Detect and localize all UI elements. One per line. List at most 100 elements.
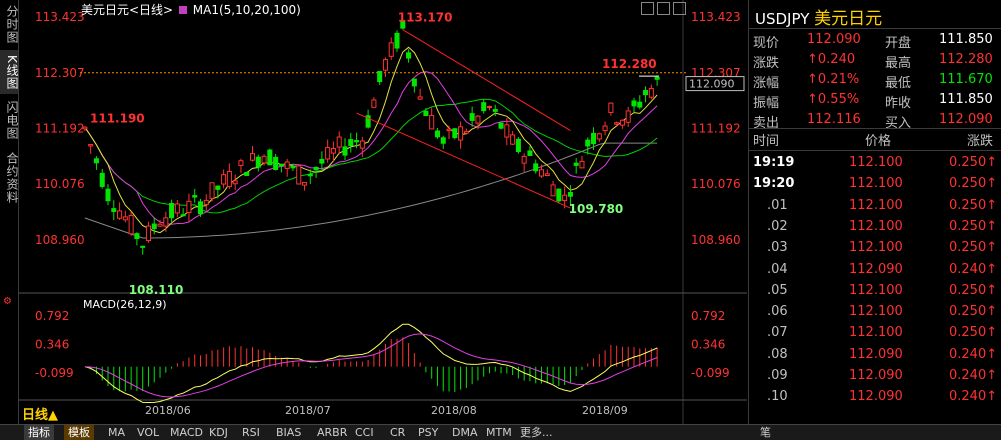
candle-body bbox=[215, 185, 221, 190]
tick-row[interactable]: .08 112.090 0.240↑ bbox=[749, 344, 1001, 365]
indicator-tab[interactable]: VOL bbox=[133, 425, 163, 440]
candle-body bbox=[296, 165, 302, 185]
candle-body bbox=[209, 182, 215, 199]
indicator-tab[interactable]: 模板 bbox=[64, 425, 94, 440]
indicator-tab[interactable]: 指标 bbox=[24, 425, 54, 440]
tick-header-change: 涨跌 bbox=[967, 134, 994, 149]
tick-row[interactable]: .06 112.100 0.250↑ bbox=[749, 301, 1001, 322]
tick-row[interactable]: .07 112.100 0.250↑ bbox=[749, 322, 1001, 343]
candle-body bbox=[388, 42, 394, 57]
indicator-tab[interactable]: RSI bbox=[238, 425, 264, 440]
quote-value: ↑0.55% bbox=[807, 92, 860, 107]
indicator-tab[interactable]: 更多... bbox=[516, 425, 557, 440]
candle-body bbox=[417, 96, 423, 100]
quote-label: 昨收 bbox=[885, 96, 912, 111]
tab-kline[interactable]: K线图 bbox=[0, 50, 19, 94]
candle-body bbox=[203, 199, 209, 205]
indicator-tab[interactable]: MA bbox=[104, 425, 129, 440]
candle-body bbox=[117, 210, 123, 219]
quote-value: 112.280 bbox=[939, 52, 993, 67]
annotation-low: 109.780 bbox=[569, 202, 624, 216]
tick-change: 0.240↑ bbox=[949, 389, 998, 405]
macd-dif-line bbox=[84, 323, 658, 404]
indicator-tab[interactable]: MTM bbox=[482, 425, 516, 440]
candle-body bbox=[140, 245, 146, 248]
quote-value: ↑0.240 bbox=[807, 52, 856, 67]
candle-body bbox=[382, 59, 388, 71]
quote-label: 最高 bbox=[885, 56, 912, 71]
candle-body bbox=[371, 99, 377, 108]
tick-row[interactable]: 19:19 112.100 0.250↑ bbox=[749, 152, 1001, 173]
window-maximize-icon[interactable] bbox=[657, 2, 670, 15]
tab-contract-info[interactable]: 合约资料 bbox=[0, 148, 19, 208]
candle-body bbox=[105, 188, 111, 202]
tab-lightning[interactable]: 闪电图 bbox=[0, 98, 19, 142]
tick-row[interactable]: .04 112.090 0.240↑ bbox=[749, 259, 1001, 280]
macd-axis-label-left: 0.346 bbox=[35, 338, 69, 352]
indicator-tab[interactable]: ARBR bbox=[313, 425, 351, 440]
candle-body bbox=[475, 115, 481, 124]
tick-time: 19:19 bbox=[753, 155, 795, 170]
tick-time: .02 bbox=[767, 218, 788, 234]
indicator-tab[interactable]: BIAS bbox=[272, 425, 305, 440]
tick-change: 0.240↑ bbox=[949, 261, 998, 277]
annotation-recent-high: 112.280 bbox=[602, 57, 657, 71]
indicator-tab[interactable]: DMA bbox=[448, 425, 482, 440]
tick-row[interactable]: .01 112.100 0.250↑ bbox=[749, 195, 1001, 216]
tick-row[interactable]: .09 112.090 0.240↑ bbox=[749, 365, 1001, 386]
macd-axis-label-right: 0.346 bbox=[691, 338, 725, 352]
tick-row[interactable]: .05 112.100 0.250↑ bbox=[749, 280, 1001, 301]
candle-body bbox=[313, 166, 319, 171]
candle-body bbox=[174, 203, 180, 214]
indicator-tab[interactable]: CR bbox=[386, 425, 409, 440]
macd-axis-label-left: 0.792 bbox=[35, 309, 69, 323]
tick-change: 0.240↑ bbox=[949, 346, 998, 362]
candle-body bbox=[631, 100, 637, 107]
settings-icon[interactable]: ⚙ bbox=[3, 296, 12, 307]
tick-time: .06 bbox=[767, 304, 788, 320]
candle-body bbox=[521, 155, 527, 164]
indicator-tab[interactable]: MACD bbox=[166, 425, 207, 440]
tick-price: 112.100 bbox=[849, 325, 903, 341]
quote-row: 卖出 112.116 买入 112.090 bbox=[749, 110, 1001, 131]
macd-axis-label-right: -0.099 bbox=[691, 366, 730, 380]
footer-label[interactable]: 笔 bbox=[756, 425, 775, 440]
window-close-icon[interactable] bbox=[673, 2, 686, 15]
indicator-tab[interactable]: KDJ bbox=[205, 425, 232, 440]
instrument-code: USDJPY bbox=[755, 10, 810, 28]
quote-value: ↑0.21% bbox=[807, 72, 860, 87]
tick-row[interactable]: .03 112.100 0.250↑ bbox=[749, 237, 1001, 258]
annotation-left-low: 108.110 bbox=[129, 283, 184, 297]
candle-body bbox=[134, 233, 140, 239]
kline-header: 美元日元<日线> MA1(5,10,20,100) bbox=[81, 1, 301, 18]
candle-body bbox=[278, 163, 284, 167]
period-selector[interactable]: 日线▲ bbox=[22, 404, 58, 423]
quote-row: 涨跌 ↑0.240 最高 112.280 bbox=[749, 50, 1001, 71]
tick-price: 112.100 bbox=[849, 304, 903, 320]
tab-timeshare[interactable]: 分时图 bbox=[0, 2, 19, 46]
indicator-bar: 指标 模板 MA VOL MACD KDJ RSI BIAS ARBR CCI CR PSY DMA MT… bbox=[0, 424, 1001, 440]
tick-time: .10 bbox=[767, 389, 788, 405]
chart-title: 美元日元<日线> bbox=[81, 3, 174, 17]
indicator-tab[interactable]: PSY bbox=[414, 425, 442, 440]
candle-body bbox=[267, 149, 273, 166]
tick-time: .04 bbox=[767, 261, 788, 277]
chart-type-tabs: 分时图 K线图 闪电图 合约资料 ⚙ bbox=[0, 0, 19, 424]
candle-body bbox=[573, 162, 579, 166]
tick-row[interactable]: .10 112.090 0.240↑ bbox=[749, 386, 1001, 407]
tick-price: 112.100 bbox=[849, 155, 903, 170]
tick-change: 0.250↑ bbox=[949, 240, 998, 256]
quote-value: 112.116 bbox=[807, 112, 861, 127]
kline-chart[interactable]: 113.423 113.423112.307 112.307111.192 111.1… bbox=[19, 0, 747, 424]
candle-body bbox=[446, 128, 452, 132]
indicator-tab[interactable]: CCI bbox=[351, 425, 378, 440]
tick-row[interactable]: 19:20 112.100 0.250↑ bbox=[749, 173, 1001, 194]
candle-body bbox=[244, 172, 250, 176]
candle-body bbox=[602, 125, 608, 132]
candle-body bbox=[625, 110, 631, 123]
quote-label: 开盘 bbox=[885, 36, 912, 51]
tick-price: 112.090 bbox=[849, 368, 903, 383]
tick-row[interactable]: .02 112.100 0.250↑ bbox=[749, 216, 1001, 237]
window-restore-icon[interactable] bbox=[641, 2, 654, 15]
tick-time: .08 bbox=[767, 346, 788, 362]
